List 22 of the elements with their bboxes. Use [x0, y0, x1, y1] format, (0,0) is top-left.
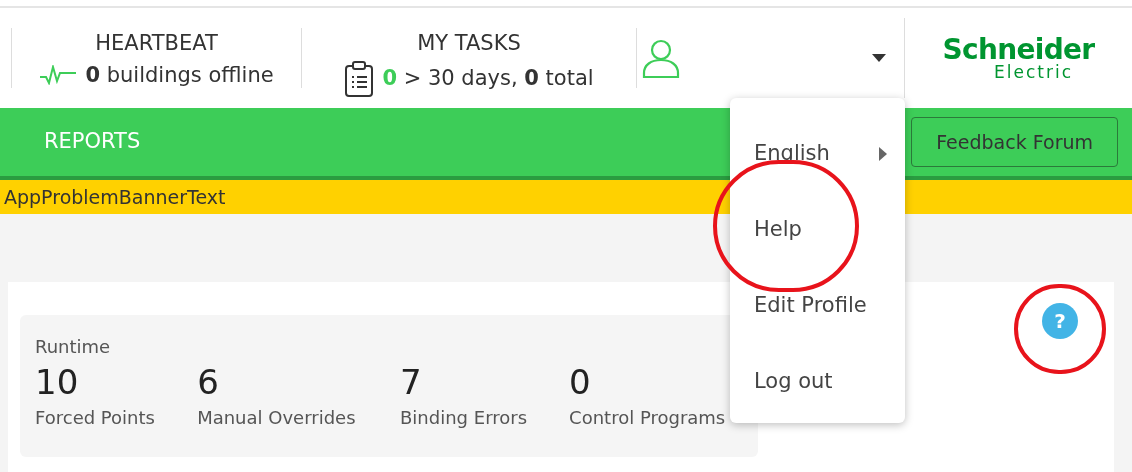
submenu-arrow-icon — [879, 147, 887, 161]
heartbeat-status: 0 buildings offline — [85, 61, 274, 89]
stat-label: Forced Points — [35, 406, 156, 430]
tasks-title: MY TASKS — [417, 30, 521, 57]
stat-label: Manual Overrides — [197, 406, 357, 430]
clipboard-icon — [344, 59, 375, 98]
caret-icon[interactable] — [872, 54, 886, 62]
stat-value: 0 — [569, 361, 592, 404]
stat-value: 6 — [197, 361, 220, 404]
heartbeat-icon — [39, 65, 78, 86]
stat-label: Control Programs — [569, 406, 727, 430]
feedback-button[interactable]: Feedback Forum — [911, 117, 1118, 167]
runtime-title: Runtime — [35, 335, 112, 359]
menu-item[interactable]: Edit Profile — [730, 268, 905, 344]
logo: Schneider — [942, 35, 1095, 64]
stat-label: Binding Errors — [400, 406, 528, 430]
logo-subtitle: Electric — [993, 63, 1073, 81]
heartbeat-title: HEARTBEAT — [95, 30, 218, 57]
stat-value: 7 — [400, 361, 423, 404]
stat-value: 10 — [35, 361, 80, 404]
menu-item[interactable]: Log out — [730, 344, 905, 420]
tasks-status: 0 > 30 days, 0 total — [382, 64, 594, 92]
